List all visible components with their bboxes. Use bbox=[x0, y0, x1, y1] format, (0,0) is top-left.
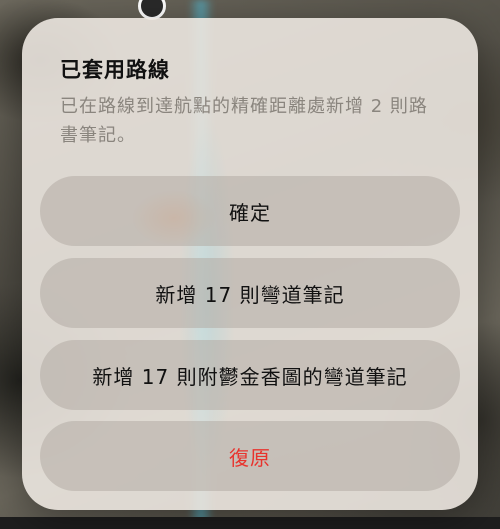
route-applied-dialog: 已套用路線 已在路線到達航點的精確距離處新增 2 則路書筆記。 確定 新增 17… bbox=[22, 18, 478, 510]
add-turn-notes-button[interactable]: 新增 17 則彎道筆記 bbox=[40, 258, 460, 328]
dialog-message: 已在路線到達航點的精確距離處新增 2 則路書筆記。 bbox=[60, 96, 428, 146]
add-turn-notes-with-tulip-button[interactable]: 新增 17 則附鬱金香圖的彎道筆記 bbox=[40, 340, 460, 410]
undo-button[interactable]: 復原 bbox=[40, 421, 460, 491]
confirm-button[interactable]: 確定 bbox=[40, 176, 460, 246]
bottom-bar bbox=[0, 517, 500, 529]
dialog-title: 已套用路線 bbox=[60, 58, 170, 82]
